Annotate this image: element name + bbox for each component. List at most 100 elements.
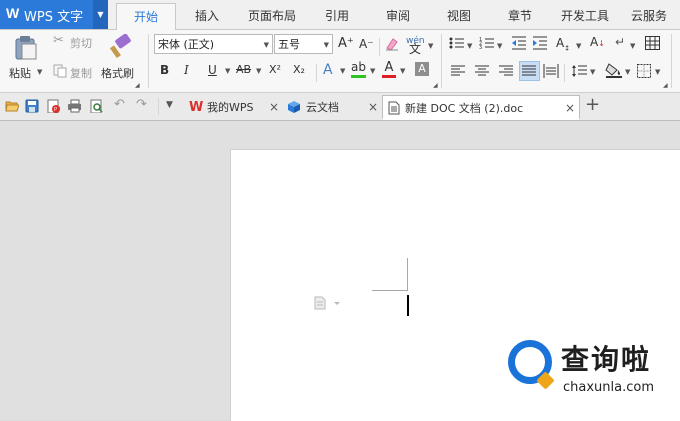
new-tab-icon[interactable]: + bbox=[585, 94, 600, 115]
divider bbox=[158, 98, 159, 115]
increase-indent-icon[interactable] bbox=[532, 36, 548, 50]
justify-button[interactable] bbox=[519, 61, 540, 81]
open-folder-icon[interactable] bbox=[5, 99, 19, 113]
align-left-icon[interactable] bbox=[451, 65, 465, 77]
chevron-down-icon[interactable]: ▼ bbox=[497, 42, 502, 50]
tab-references[interactable]: 引用 bbox=[325, 7, 349, 24]
paragraph-layout-icon[interactable] bbox=[314, 296, 342, 310]
customize-toolbar-icon[interactable]: ▼ bbox=[166, 100, 180, 114]
paste-button[interactable]: 粘贴 bbox=[9, 65, 31, 81]
chevron-down-icon[interactable]: ▼ bbox=[630, 42, 635, 50]
tab-developer[interactable]: 开发工具 bbox=[561, 7, 609, 24]
chevron-down-icon[interactable]: ▼ bbox=[256, 67, 261, 75]
divider bbox=[148, 34, 149, 88]
clear-format-icon[interactable] bbox=[384, 36, 400, 52]
font-name-select[interactable]: 宋体 (正文) ▼ bbox=[154, 34, 273, 54]
cloud-cube-icon bbox=[288, 101, 300, 113]
tab-home[interactable]: 开始 bbox=[116, 3, 176, 30]
chevron-down-icon[interactable]: ▼ bbox=[37, 68, 42, 76]
chevron-down-icon[interactable]: ▼ bbox=[576, 42, 581, 50]
chevron-down-icon[interactable]: ▼ bbox=[225, 67, 230, 75]
tab-insert[interactable]: 插入 bbox=[195, 7, 219, 24]
bold-button[interactable]: B bbox=[160, 61, 169, 79]
shading-bucket-icon[interactable] bbox=[605, 62, 623, 78]
expand-corner-icon[interactable]: ◢ bbox=[433, 82, 438, 89]
close-icon[interactable]: × bbox=[565, 96, 575, 121]
chevron-down-icon[interactable]: ▼ bbox=[340, 67, 345, 75]
text-effect-button[interactable]: A bbox=[323, 61, 333, 79]
expand-corner-icon[interactable]: ◢ bbox=[135, 82, 140, 89]
strikethrough-button[interactable]: AB bbox=[236, 61, 251, 79]
svg-text:P: P bbox=[54, 107, 57, 113]
line-spacing-icon[interactable] bbox=[571, 64, 587, 78]
align-center-icon[interactable] bbox=[475, 65, 489, 77]
tab-chapter[interactable]: 章节 bbox=[508, 7, 532, 24]
watermark: 查询啦 chaxunla.com bbox=[503, 336, 673, 406]
chevron-down-icon[interactable]: ▼ bbox=[324, 35, 329, 55]
chevron-down-icon[interactable]: ▼ bbox=[625, 68, 630, 76]
close-icon[interactable]: × bbox=[269, 95, 279, 120]
border-icon[interactable] bbox=[637, 64, 651, 78]
decrease-indent-icon[interactable] bbox=[511, 36, 527, 50]
doc-tab-new-doc[interactable]: 新建 DOC 文档 (2).doc × bbox=[382, 95, 580, 120]
subscript-button[interactable]: X₂ bbox=[293, 61, 305, 79]
bullet-list-icon[interactable] bbox=[449, 36, 465, 50]
close-icon[interactable]: × bbox=[368, 95, 378, 120]
doc-tab-cloud-docs[interactable]: 云文档 × bbox=[285, 95, 381, 120]
undo-icon[interactable]: ↶ bbox=[114, 97, 128, 112]
divider bbox=[564, 64, 565, 82]
cut-button[interactable]: 剪切 bbox=[70, 35, 92, 51]
numbered-list-icon[interactable]: 123 bbox=[479, 36, 495, 50]
format-painter-button[interactable]: 格式刷 bbox=[101, 65, 134, 81]
divider bbox=[316, 64, 317, 82]
margin-corner-mark bbox=[407, 258, 408, 291]
highlight-button[interactable]: ab bbox=[351, 60, 366, 78]
save-icon[interactable] bbox=[25, 99, 39, 113]
copy-icon[interactable] bbox=[53, 64, 67, 78]
show-marks-icon[interactable]: ↵ bbox=[615, 33, 625, 51]
tab-review[interactable]: 审阅 bbox=[386, 7, 410, 24]
chevron-down-icon[interactable]: ▼ bbox=[590, 68, 595, 76]
font-color-button[interactable]: A bbox=[382, 60, 396, 78]
chevron-down-icon[interactable]: ▼ bbox=[655, 68, 660, 76]
print-icon[interactable] bbox=[67, 99, 81, 113]
paste-icon[interactable] bbox=[13, 34, 39, 60]
print-preview-icon[interactable] bbox=[90, 99, 104, 113]
chevron-down-icon[interactable]: ▼ bbox=[428, 42, 433, 50]
font-name-value: 宋体 (正文) bbox=[158, 38, 215, 51]
chevron-down-icon[interactable]: ▼ bbox=[467, 42, 472, 50]
margin-corner-mark bbox=[372, 290, 407, 291]
wps-logo-icon: W bbox=[6, 5, 20, 21]
sort-icon[interactable]: A↓ bbox=[590, 33, 605, 53]
format-painter-icon[interactable] bbox=[108, 34, 134, 60]
align-right-icon[interactable] bbox=[499, 65, 513, 77]
app-menu-button[interactable]: W WPS 文字 ▼ bbox=[0, 0, 108, 29]
shrink-font-icon[interactable]: A⁻ bbox=[359, 35, 374, 53]
italic-button[interactable]: I bbox=[184, 61, 189, 79]
expand-corner-icon[interactable]: ◢ bbox=[663, 82, 668, 89]
font-size-select[interactable]: 五号 ▼ bbox=[274, 34, 333, 54]
copy-button[interactable]: 复制 bbox=[70, 65, 92, 81]
distribute-icon[interactable] bbox=[543, 64, 559, 78]
tab-view[interactable]: 视图 bbox=[447, 7, 471, 24]
chevron-down-icon[interactable]: ▼ bbox=[93, 0, 108, 29]
grow-font-icon[interactable]: A⁺ bbox=[338, 35, 354, 53]
tab-page-layout[interactable]: 页面布局 bbox=[248, 7, 296, 24]
redo-icon[interactable]: ↷ bbox=[136, 97, 150, 112]
app-title: WPS 文字 bbox=[24, 10, 84, 25]
doc-tab-my-wps[interactable]: W 我的WPS × bbox=[186, 95, 281, 120]
chevron-down-icon[interactable]: ▼ bbox=[264, 35, 269, 55]
export-pdf-icon[interactable]: P bbox=[46, 99, 60, 113]
text-direction-icon[interactable]: A↕ bbox=[556, 34, 570, 57]
pinyin-char: 文 bbox=[409, 42, 422, 56]
superscript-button[interactable]: X² bbox=[269, 61, 281, 79]
char-shading-button[interactable]: A bbox=[415, 62, 429, 76]
font-size-value: 五号 bbox=[278, 38, 300, 51]
chevron-down-icon[interactable]: ▼ bbox=[370, 67, 375, 75]
scissors-icon[interactable]: ✂ bbox=[53, 33, 64, 48]
tab-cloud[interactable]: 云服务 bbox=[631, 7, 667, 24]
table-icon[interactable] bbox=[645, 36, 660, 50]
divider bbox=[671, 34, 672, 88]
chevron-down-icon[interactable]: ▼ bbox=[400, 67, 405, 75]
underline-button[interactable]: U bbox=[208, 61, 217, 79]
